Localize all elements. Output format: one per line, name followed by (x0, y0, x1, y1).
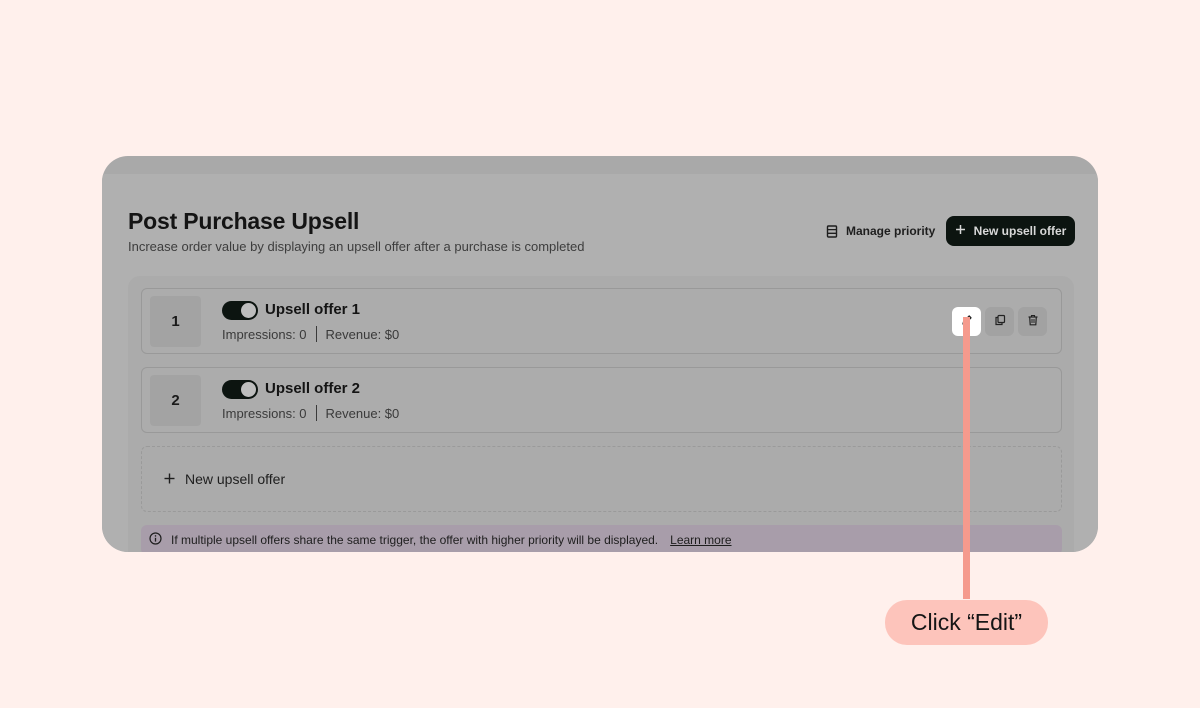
manage-priority-button[interactable]: Manage priority (818, 216, 943, 246)
new-upsell-offer-label: New upsell offer (973, 224, 1067, 238)
offer-list: 1 Upsell offer 1 Impressions: 0 Revenue:… (128, 276, 1074, 552)
duplicate-button[interactable] (985, 307, 1014, 336)
plus-icon (164, 471, 175, 487)
callout-label: Click “Edit” (885, 600, 1048, 645)
add-upsell-offer-label: New upsell offer (185, 471, 286, 487)
new-upsell-offer-button[interactable]: New upsell offer (946, 216, 1075, 246)
priority-number: 2 (150, 375, 201, 426)
info-banner: If multiple upsell offers share the same… (141, 525, 1062, 552)
info-banner-text: If multiple upsell offers share the same… (171, 533, 659, 547)
stat-divider (315, 326, 317, 342)
offer-stats: Impressions: 0 Revenue: $0 (222, 326, 399, 342)
list-icon (826, 224, 838, 238)
offer-row[interactable]: 1 Upsell offer 1 Impressions: 0 Revenue:… (141, 288, 1062, 354)
app-frame: Post Purchase Upsell Increase order valu… (102, 156, 1098, 552)
offer-row[interactable]: 2 Upsell offer 2 Impressions: 0 Revenue:… (141, 367, 1062, 433)
revenue-stat: Revenue: $0 (325, 405, 400, 421)
offer-name: Upsell offer 1 (265, 301, 361, 318)
info-icon (149, 532, 162, 548)
impressions-stat: Impressions: 0 (222, 326, 307, 342)
app-content: Post Purchase Upsell Increase order valu… (102, 174, 1098, 552)
offer-stats: Impressions: 0 Revenue: $0 (222, 405, 399, 421)
page-subtitle: Increase order value by displaying an up… (128, 239, 585, 254)
delete-button[interactable] (1018, 307, 1047, 336)
manage-priority-label: Manage priority (846, 224, 936, 238)
enable-toggle[interactable] (222, 380, 258, 399)
copy-icon (994, 313, 1006, 331)
revenue-stat: Revenue: $0 (325, 326, 400, 342)
stat-divider (315, 405, 317, 421)
page-title: Post Purchase Upsell (128, 208, 360, 234)
learn-more-link[interactable]: Learn more (670, 533, 731, 547)
priority-number: 1 (150, 296, 201, 347)
enable-toggle[interactable] (222, 301, 258, 320)
callout-pointer (963, 317, 970, 599)
trash-icon (1027, 313, 1039, 331)
impressions-stat: Impressions: 0 (222, 405, 307, 421)
offer-name: Upsell offer 2 (265, 380, 361, 397)
plus-icon (955, 224, 966, 238)
add-upsell-offer-row[interactable]: New upsell offer (141, 446, 1062, 512)
